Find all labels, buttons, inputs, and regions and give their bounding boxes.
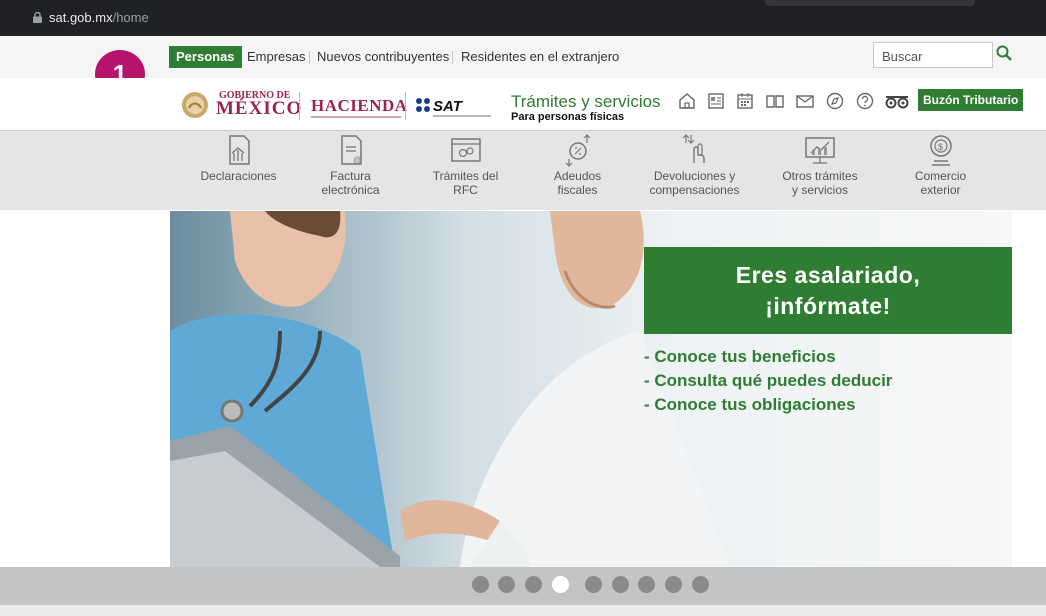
- category-tramites-rfc[interactable]: Trámites del RFC: [418, 133, 513, 197]
- category-comercio-exterior[interactable]: $ Comercio exterior: [893, 133, 988, 197]
- category-label: Comercio: [914, 169, 967, 183]
- section-subtitle: Para personas físicas: [511, 111, 625, 123]
- home-icon[interactable]: [677, 91, 697, 111]
- book-icon[interactable]: [765, 91, 785, 111]
- declaraciones-icon: [228, 135, 250, 165]
- svg-text:$: $: [938, 142, 943, 152]
- adeudos-icon: [565, 134, 590, 167]
- search-input[interactable]: [880, 44, 994, 68]
- category-label: Trámites del: [432, 169, 499, 183]
- logo-divider: [405, 92, 406, 120]
- category-label: y servicios: [791, 183, 848, 197]
- category-label: RFC: [453, 183, 478, 197]
- carousel-dot[interactable]: [612, 576, 629, 593]
- category-bar: [0, 131, 1046, 210]
- category-factura-electronica[interactable]: @ Factura electrónica: [303, 133, 398, 197]
- url-text[interactable]: sat.gob.mx/home: [49, 10, 149, 25]
- carousel-dot[interactable]: [692, 576, 709, 593]
- category-label: exterior: [920, 183, 961, 197]
- tab-personas[interactable]: Personas: [169, 46, 242, 68]
- category-otros-tramites[interactable]: Otros trámites y servicios: [770, 133, 870, 197]
- lock-icon: [33, 12, 42, 23]
- devoluciones-icon: [682, 134, 705, 163]
- category-label: Adeudos: [553, 169, 602, 183]
- carousel-dot[interactable]: [525, 576, 542, 593]
- rfc-icon: [450, 138, 481, 162]
- mail-icon[interactable]: [795, 91, 815, 111]
- category-devoluciones[interactable]: Devoluciones y compensaciones: [642, 133, 747, 197]
- carousel-dot[interactable]: [498, 576, 515, 593]
- search-box: [873, 42, 994, 68]
- browser-url-bar[interactable]: sat.gob.mx/home: [0, 0, 1046, 36]
- factura-icon: @: [340, 135, 362, 165]
- section-title: Trámites y servicios: [511, 92, 661, 111]
- tab-empresas[interactable]: Empresas: [247, 46, 306, 68]
- banner-bullet: - Conoce tus beneficios: [644, 347, 836, 366]
- tab-residentes-extranjero[interactable]: Residentes en el extranjero: [461, 46, 619, 68]
- sat-logo-text: SAT: [433, 98, 462, 115]
- banner-bullet: - Consulta qué puedes deducir: [644, 371, 893, 390]
- carousel-indicator-bar: [0, 567, 1046, 605]
- hacienda-underline: [311, 116, 401, 118]
- accessibility-icon[interactable]: [884, 91, 910, 111]
- category-label: Otros trámites: [782, 169, 858, 183]
- banner-headline-line2: ¡infórmate!: [765, 293, 891, 319]
- carousel-dot[interactable]: [638, 576, 655, 593]
- carousel-dot-active[interactable]: [552, 576, 569, 593]
- category-label: Declaraciones: [200, 169, 277, 183]
- svg-text:@: @: [353, 155, 362, 165]
- carousel-dot[interactable]: [472, 576, 489, 593]
- nav-divider: [452, 51, 453, 64]
- category-declaraciones[interactable]: Declaraciones: [191, 133, 286, 183]
- hacienda-logo-text: HACIENDA: [311, 96, 408, 115]
- category-label: electrónica: [321, 183, 380, 197]
- tab-nuevos-contribuyentes[interactable]: Nuevos contribuyentes: [317, 46, 449, 68]
- category-label: compensaciones: [649, 183, 740, 197]
- comercio-icon: $: [929, 135, 952, 166]
- category-label: fiscales: [557, 183, 598, 197]
- carousel-dot[interactable]: [585, 576, 602, 593]
- gobierno-seal-icon: [182, 92, 208, 118]
- banner-headline-box: Eres asalariado, ¡infórmate!: [644, 247, 1012, 334]
- calendar-icon[interactable]: [735, 91, 755, 111]
- category-label: Devoluciones y: [653, 169, 736, 183]
- url-domain: sat.gob.mx: [49, 10, 113, 25]
- logo-divider: [299, 92, 300, 120]
- mexico-text: MÉXICO: [216, 98, 303, 119]
- url-path: /home: [112, 10, 149, 25]
- otros-icon: [805, 137, 835, 164]
- page-footer-strip: [0, 605, 1046, 616]
- search-icon[interactable]: [996, 45, 1012, 61]
- buzon-tributario-button[interactable]: Buzón Tributario: [918, 89, 1024, 111]
- sat-underline: [433, 115, 491, 117]
- banner-headline-line1: Eres asalariado,: [735, 262, 921, 288]
- banner-bullet: - Conoce tus obligaciones: [644, 395, 856, 414]
- help-icon[interactable]: [855, 91, 875, 111]
- news-icon[interactable]: [706, 91, 726, 111]
- category-adeudos-fiscales[interactable]: Adeudos fiscales: [530, 133, 625, 197]
- category-label: Factura: [330, 169, 371, 183]
- nav-divider: [309, 51, 310, 64]
- sat-logo-icon: [416, 98, 430, 112]
- browser-tab-edge: [765, 0, 975, 6]
- carousel-dot[interactable]: [665, 576, 682, 593]
- compass-icon[interactable]: [825, 91, 845, 111]
